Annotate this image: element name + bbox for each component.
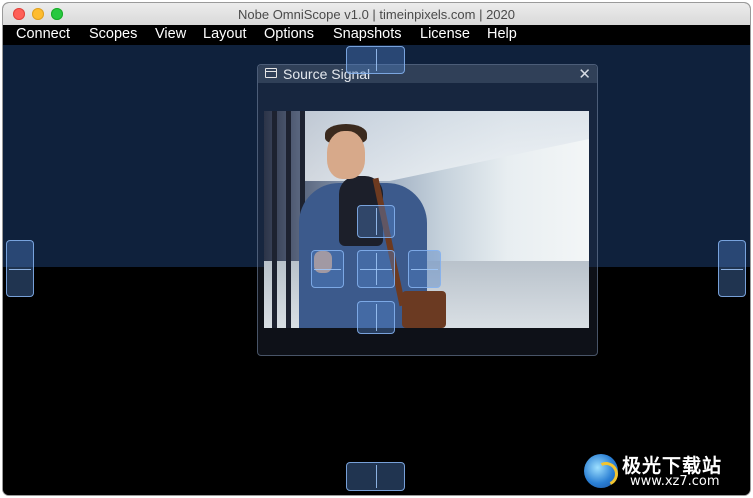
title-bar: Nobe OmniScope v1.0 | timeinpixels.com |…	[3, 3, 750, 26]
dock-center-bottom-handle[interactable]	[357, 301, 395, 334]
watermark-logo-icon	[584, 454, 618, 488]
window-title: Nobe OmniScope v1.0 | timeinpixels.com |…	[238, 7, 515, 22]
menu-layout[interactable]: Layout	[203, 26, 247, 42]
dock-center-right-handle[interactable]	[408, 250, 441, 288]
window-icon	[265, 68, 277, 78]
dock-center-handle[interactable]	[357, 250, 395, 288]
dock-left-handle[interactable]	[6, 240, 34, 297]
dock-center-left-handle[interactable]	[311, 250, 344, 288]
dock-center-top-handle[interactable]	[357, 205, 395, 238]
source-preview-image	[264, 111, 589, 328]
menu-options[interactable]: Options	[264, 26, 314, 42]
menu-view[interactable]: View	[155, 26, 186, 42]
menu-license[interactable]: License	[420, 26, 470, 42]
close-icon[interactable]: ✕	[578, 65, 591, 83]
dock-top-handle[interactable]	[346, 46, 405, 74]
menu-bar: Connect Scopes View Layout Options Snaps…	[3, 25, 750, 45]
menu-snapshots[interactable]: Snapshots	[333, 26, 402, 42]
menu-connect[interactable]: Connect	[16, 26, 70, 42]
app-window: Nobe OmniScope v1.0 | timeinpixels.com |…	[3, 3, 750, 495]
dock-right-handle[interactable]	[718, 240, 746, 297]
menu-scopes[interactable]: Scopes	[89, 26, 137, 42]
dock-bottom-handle[interactable]	[346, 462, 405, 491]
watermark-url: www.xz7.com	[630, 474, 720, 489]
watermark: 极光下载站 www.xz7.com	[582, 451, 744, 491]
menu-help[interactable]: Help	[487, 26, 517, 42]
panel-header[interactable]: Source Signal ✕	[258, 65, 597, 83]
